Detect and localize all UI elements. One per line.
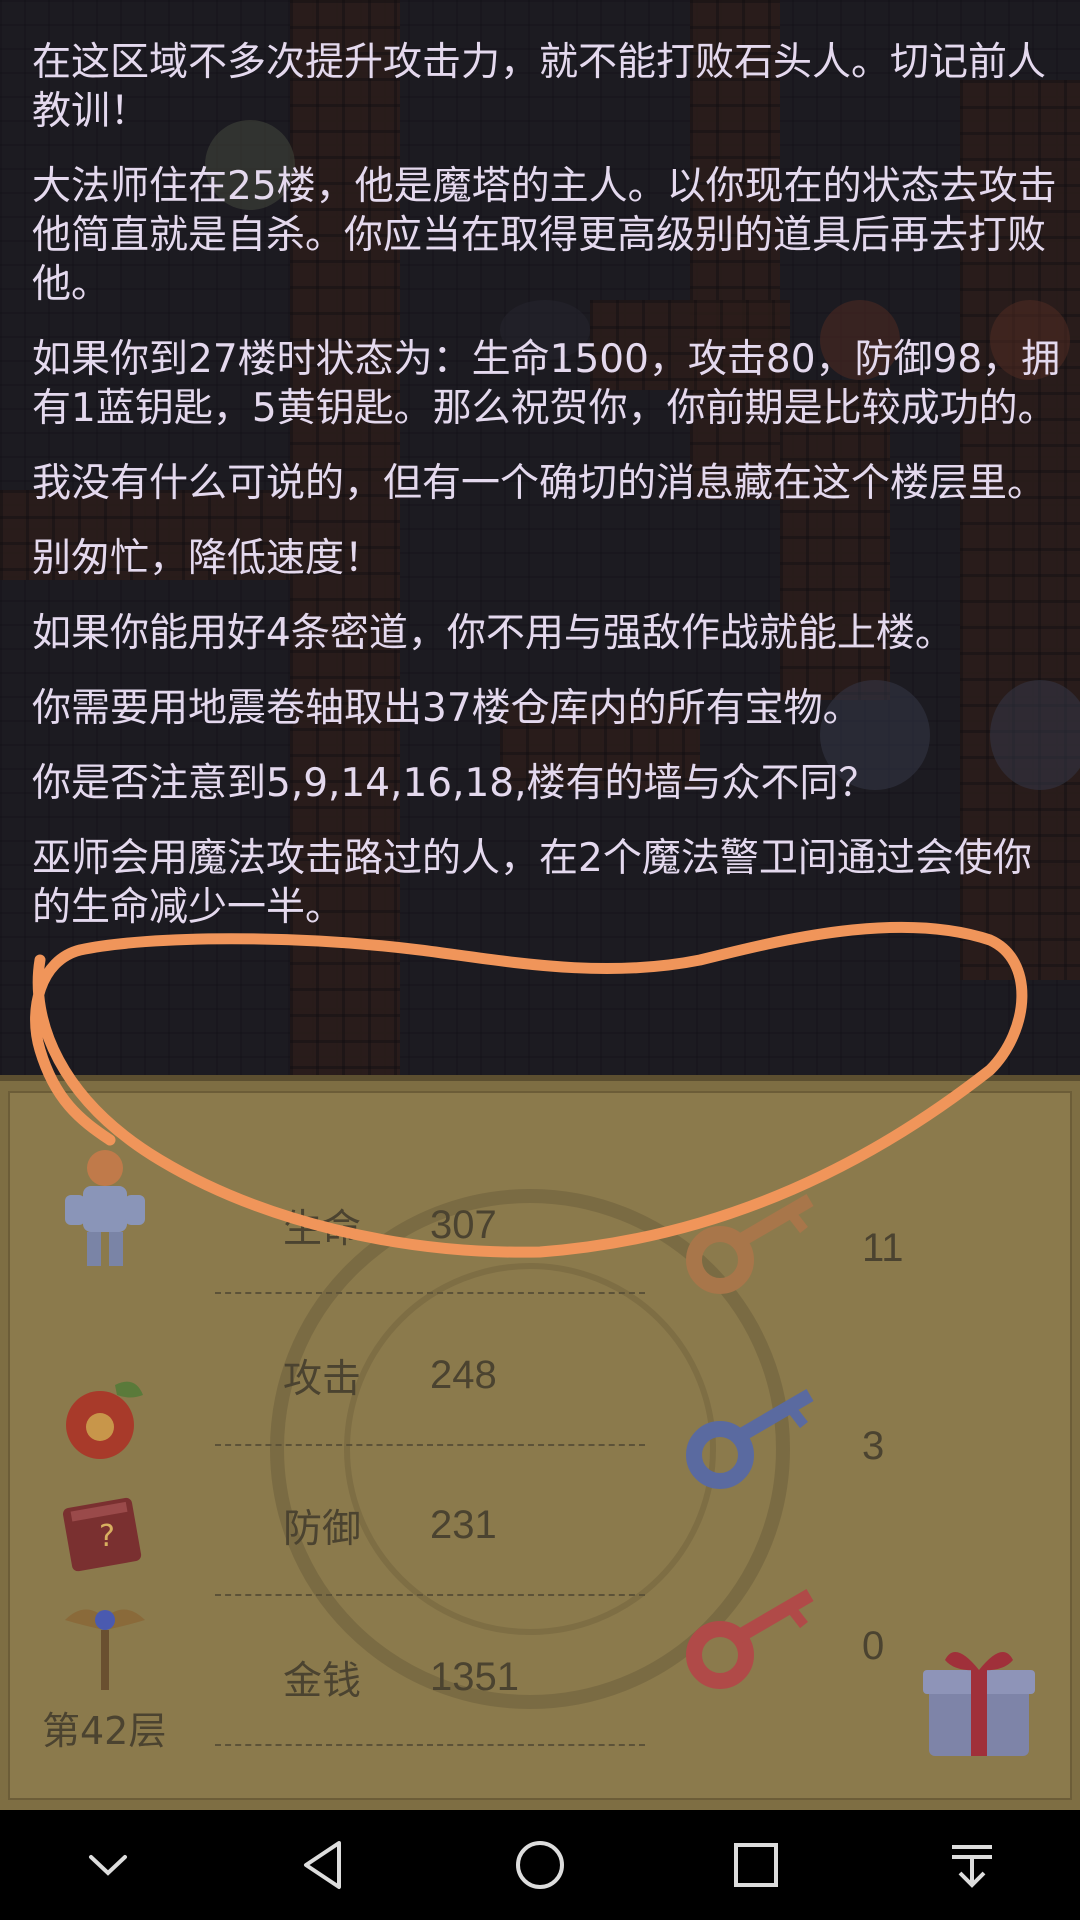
lucky-bag-icon[interactable] — [55, 1365, 155, 1465]
defense-value: 231 — [430, 1503, 497, 1547]
gold-label: 金钱 — [283, 1659, 362, 1704]
gold-value: 1351 — [430, 1655, 519, 1699]
divider — [215, 1594, 645, 1596]
blue-key-icon — [686, 1388, 814, 1489]
hp-label: 生命 — [283, 1207, 362, 1252]
winged-staff-icon[interactable] — [55, 1590, 155, 1700]
blue-key-count: 3 — [862, 1424, 885, 1468]
svg-text:?: ? — [99, 1519, 115, 1554]
yellow-key-icon — [686, 1193, 814, 1294]
notification-pull-button[interactable] — [927, 1820, 1017, 1910]
attack-value: 248 — [430, 1353, 497, 1397]
divider — [215, 1292, 645, 1294]
hide-nav-button[interactable] — [63, 1820, 153, 1910]
pull-down-icon — [952, 1845, 992, 1888]
back-button[interactable] — [279, 1820, 369, 1910]
divider — [215, 1744, 645, 1746]
hint-message: 大法师住在25楼，他是魔塔的主人。以你现在的状态去攻击他简直就是自杀。你应当在取… — [32, 164, 1057, 307]
hp-value: 307 — [430, 1203, 497, 1247]
hint-message: 在这区域不多次提升攻击力，就不能打败石头人。切记前人教训！ — [32, 40, 1047, 134]
divider — [215, 1444, 645, 1446]
monster-manual-icon[interactable]: ? — [55, 1480, 155, 1580]
floor-label: 第42层 — [42, 1709, 167, 1753]
hint-message: 我没有什么可说的，但有一个确切的消息藏在这个楼层里。 — [32, 461, 1047, 506]
gift-box-icon[interactable] — [915, 1640, 1043, 1760]
hint-message: 巫师会用魔法攻击路过的人，在2个魔法警卫间通过会使你的生命减少一半。 — [32, 836, 1032, 930]
red-key-count: 0 — [862, 1624, 885, 1668]
recents-button[interactable] — [711, 1820, 801, 1910]
emblem-inner-ring — [344, 1263, 716, 1635]
hint-message-list: 在这区域不多次提升攻击力，就不能打败石头人。切记前人教训！ 大法师住在25楼，他… — [32, 38, 1062, 958]
defense-label: 防御 — [283, 1507, 362, 1552]
yellow-key-count: 11 — [862, 1226, 904, 1270]
red-key-icon — [686, 1588, 814, 1689]
home-button[interactable] — [495, 1820, 585, 1910]
hint-message: 如果你能用好4条密道，你不用与强敌作战就能上楼。 — [32, 611, 954, 656]
knight-hero-icon[interactable] — [55, 1140, 155, 1270]
attack-label: 攻击 — [283, 1357, 362, 1402]
back-triangle-icon — [304, 1841, 341, 1889]
chevron-down-icon — [89, 1855, 127, 1876]
recents-square-icon — [734, 1843, 778, 1887]
hint-message: 你需要用地震卷轴取出37楼仓库内的所有宝物。 — [32, 686, 862, 731]
hint-message: 你是否注意到5,9,14,16,18,楼有的墙与众不同？ — [32, 761, 878, 806]
hint-message: 如果你到27楼时状态为：生命1500，攻击80，防御98，拥有1蓝钥匙，5黄钥匙… — [32, 337, 1061, 431]
system-nav-bar — [0, 1810, 1080, 1920]
home-circle-icon — [516, 1841, 564, 1889]
hint-message: 别匆忙，降低速度！ — [32, 536, 384, 581]
